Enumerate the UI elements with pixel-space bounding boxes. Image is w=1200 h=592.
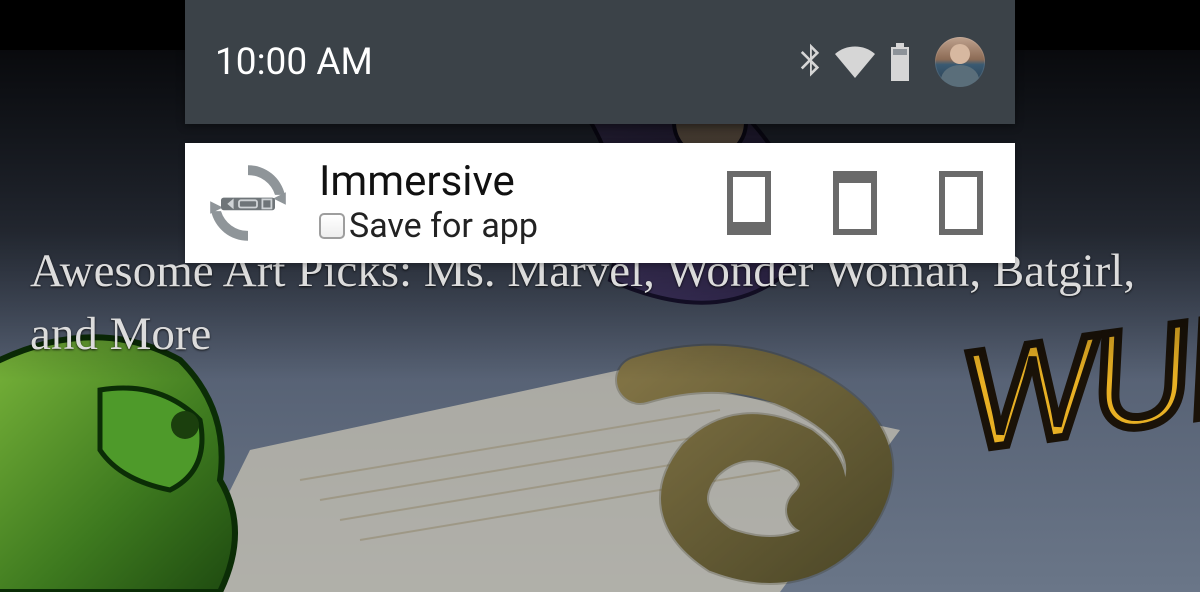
mode-hide-statusbar-button[interactable] (831, 168, 879, 238)
mode-full-immersive-button[interactable] (937, 168, 985, 238)
user-avatar[interactable] (935, 37, 985, 87)
battery-icon (889, 43, 911, 81)
notification-shade-header[interactable]: 10:00 AM (185, 0, 1015, 124)
status-time: 10:00 AM (215, 41, 373, 84)
app-icon (203, 158, 293, 248)
wifi-icon (835, 46, 875, 78)
save-for-app-checkbox[interactable] (319, 213, 345, 239)
immersive-app-icon (203, 158, 293, 248)
save-for-app-label: Save for app (349, 206, 538, 246)
notification-title: Immersive (319, 160, 725, 204)
mode-hide-navbar-button[interactable] (725, 168, 773, 238)
bluetooth-icon (799, 43, 821, 81)
immersive-notification[interactable]: Immersive Save for app (185, 143, 1015, 263)
